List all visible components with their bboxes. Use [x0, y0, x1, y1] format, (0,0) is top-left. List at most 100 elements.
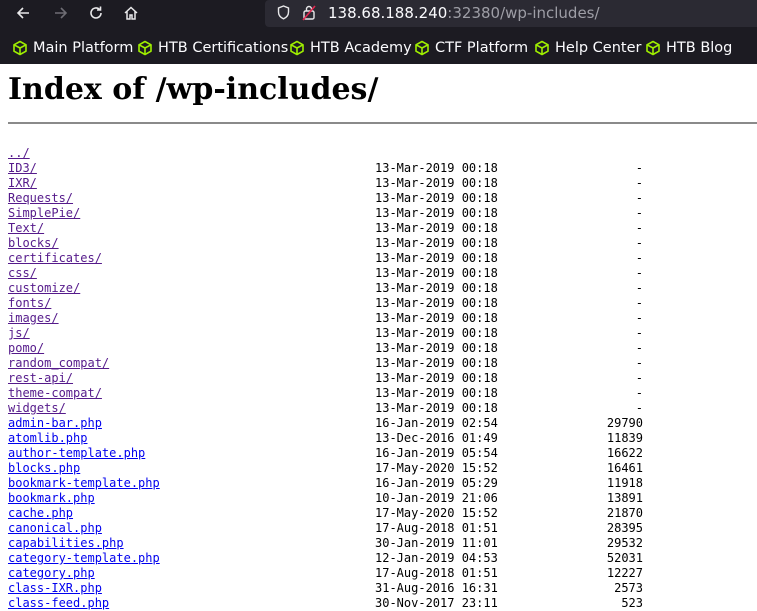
file-size: -	[635, 281, 643, 295]
file-size: 523	[621, 596, 643, 610]
modified-date: 13-Mar-2019 00:18	[375, 251, 498, 265]
modified-date: 16-Jan-2019 05:29	[375, 476, 498, 490]
directory-link[interactable]: Text/	[8, 221, 44, 236]
modified-date: 13-Mar-2019 00:18	[375, 236, 498, 250]
htb-cube-icon	[138, 40, 152, 56]
file-link[interactable]: bookmark.php	[8, 491, 95, 506]
modified-date: 16-Jan-2019 05:54	[375, 446, 498, 460]
modified-date: 13-Mar-2019 00:18	[375, 191, 498, 205]
modified-date: 13-Mar-2019 00:18	[375, 311, 498, 325]
directory-link[interactable]: rest-api/	[8, 371, 73, 386]
directory-link[interactable]: ID3/	[8, 161, 37, 176]
url-host: 138.68.188.240	[328, 4, 448, 22]
modified-date: 12-Jan-2019 04:53	[375, 551, 498, 565]
file-link[interactable]: admin-bar.php	[8, 416, 102, 431]
file-link[interactable]: blocks.php	[8, 461, 80, 476]
address-bar[interactable]: 138.68.188.240:32380/wp-includes/	[265, 0, 757, 27]
file-size: 29790	[606, 416, 643, 430]
bookmark-item[interactable]: Main Platform	[12, 37, 133, 59]
file-size: -	[635, 401, 643, 415]
bookmark-label: Main Platform	[33, 40, 134, 56]
file-size: 28395	[606, 521, 643, 535]
htb-cube-icon	[13, 40, 27, 56]
file-link[interactable]: bookmark-template.php	[8, 476, 160, 491]
modified-date: 10-Jan-2019 21:06	[375, 491, 498, 505]
back-arrow-icon	[16, 7, 29, 19]
reload-button[interactable]	[83, 1, 109, 25]
file-size: 16622	[606, 446, 643, 460]
file-size: -	[635, 191, 643, 205]
directory-link[interactable]: images/	[8, 311, 59, 326]
file-size: -	[635, 266, 643, 280]
file-size: -	[635, 371, 643, 385]
file-size: -	[635, 161, 643, 175]
file-link[interactable]: capabilities.php	[8, 536, 124, 551]
modified-date: 13-Mar-2019 00:18	[375, 281, 498, 295]
back-button[interactable]	[10, 1, 36, 25]
file-link[interactable]: category.php	[8, 566, 95, 581]
file-link[interactable]: class-feed.php	[8, 596, 109, 611]
forward-arrow-icon	[55, 7, 68, 19]
modified-date: 13-Mar-2019 00:18	[375, 401, 498, 415]
directory-link[interactable]: SimplePie/	[8, 206, 80, 221]
reload-icon	[90, 6, 102, 19]
bookmark-item[interactable]: CTF Platform	[414, 37, 528, 59]
modified-date: 13-Mar-2019 00:18	[375, 371, 498, 385]
home-button[interactable]	[118, 1, 144, 25]
file-link[interactable]: class-IXR.php	[8, 581, 102, 596]
bookmark-item[interactable]: HTB Blog	[645, 37, 732, 59]
file-size: -	[635, 326, 643, 340]
modified-date: 30-Nov-2017 23:11	[375, 596, 498, 610]
home-icon	[124, 6, 138, 20]
forward-button[interactable]	[48, 1, 74, 25]
modified-date: 13-Mar-2019 00:18	[375, 221, 498, 235]
file-size: -	[635, 176, 643, 190]
directory-link[interactable]: customize/	[8, 281, 80, 296]
page-title: Index of /wp-includes/	[8, 72, 379, 107]
file-link[interactable]: atomlib.php	[8, 431, 87, 446]
shield-icon[interactable]	[277, 5, 290, 20]
modified-date: 30-Jan-2019 11:01	[375, 536, 498, 550]
file-link[interactable]: cache.php	[8, 506, 73, 521]
file-link[interactable]: author-template.php	[8, 446, 145, 461]
modified-date: 17-May-2020 15:52	[375, 461, 498, 475]
modified-date: 17-Aug-2018 01:51	[375, 521, 498, 535]
insecure-lock-icon[interactable]	[302, 4, 316, 21]
htb-cube-icon	[646, 40, 660, 56]
bookmark-label: Help Center	[555, 40, 642, 56]
file-size: 2573	[614, 581, 643, 595]
directory-link[interactable]: pomo/	[8, 341, 44, 356]
file-size: 16461	[606, 461, 643, 475]
url-text[interactable]: 138.68.188.240:32380/wp-includes/	[328, 4, 600, 22]
directory-link[interactable]: ../	[8, 146, 30, 161]
directory-link[interactable]: fonts/	[8, 296, 51, 311]
modified-date: 17-May-2020 15:52	[375, 506, 498, 520]
modified-date: 31-Aug-2016 16:31	[375, 581, 498, 595]
modified-date: 13-Mar-2019 00:18	[375, 341, 498, 355]
directory-link[interactable]: css/	[8, 266, 37, 281]
directory-link[interactable]: widgets/	[8, 401, 66, 416]
directory-link[interactable]: blocks/	[8, 236, 59, 251]
bookmark-item[interactable]: Help Center	[534, 37, 641, 59]
file-size: -	[635, 236, 643, 250]
file-size: 12227	[606, 566, 643, 580]
file-link[interactable]: category-template.php	[8, 551, 160, 566]
file-link[interactable]: canonical.php	[8, 521, 102, 536]
directory-link[interactable]: Requests/	[8, 191, 73, 206]
url-path: :32380/wp-includes/	[447, 4, 600, 22]
directory-link[interactable]: random_compat/	[8, 356, 109, 371]
directory-link[interactable]: certificates/	[8, 251, 102, 266]
bookmark-item[interactable]: HTB Certifications	[137, 37, 288, 59]
directory-link[interactable]: IXR/	[8, 176, 37, 191]
file-size: -	[635, 311, 643, 325]
modified-date: 13-Mar-2019 00:18	[375, 326, 498, 340]
file-size: -	[635, 296, 643, 310]
title-divider	[8, 122, 757, 124]
bookmark-label: HTB Academy	[310, 40, 412, 56]
file-size: -	[635, 341, 643, 355]
file-size: 11839	[606, 431, 643, 445]
directory-link[interactable]: theme-compat/	[8, 386, 102, 401]
modified-date: 17-Aug-2018 01:51	[375, 566, 498, 580]
directory-link[interactable]: js/	[8, 326, 30, 341]
bookmark-item[interactable]: HTB Academy	[289, 37, 412, 59]
